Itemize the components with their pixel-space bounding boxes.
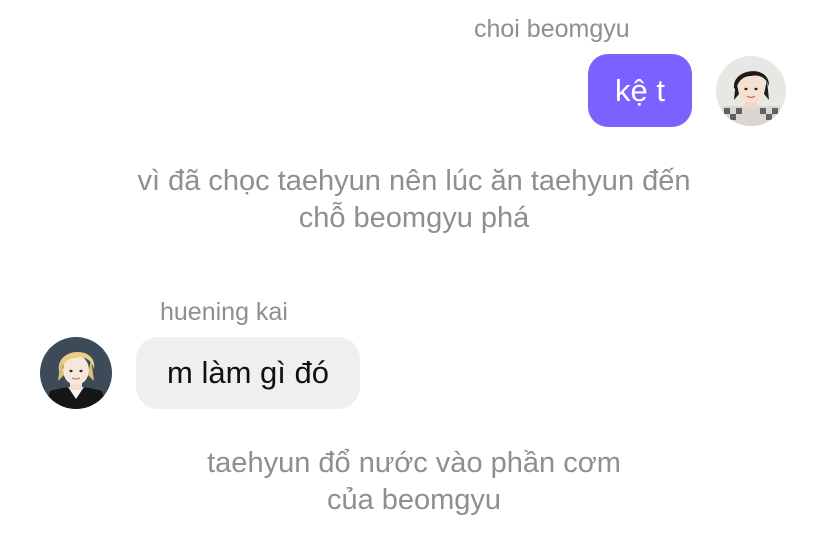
avatar-beomgyu[interactable] xyxy=(716,56,786,126)
sender-name-kai: huening kai xyxy=(160,298,288,326)
narration-1-line-1: vì đã chọc taehyun nên lúc ăn taehyun đế… xyxy=(137,165,691,197)
sender-name-beomgyu: choi beomgyu xyxy=(474,15,630,43)
beomgyu-avatar-icon xyxy=(716,56,786,126)
chat-story-screen: choi beomgyu kệ t vì đã chọc taehyun nên… xyxy=(0,0,828,542)
kai-avatar-icon xyxy=(40,337,112,409)
narration-block-2: taehyun đổ nước vào phần cơm của beomgyu xyxy=(40,445,788,519)
narration-2-line-2: của beomgyu xyxy=(326,484,502,516)
message-bubble-beomgyu[interactable]: kệ t xyxy=(588,54,692,127)
narration-block-1: vì đã chọc taehyun nên lúc ăn taehyun đế… xyxy=(40,163,788,237)
narration-2-line-1: taehyun đổ nước vào phần cơm xyxy=(207,447,621,479)
message-bubble-kai[interactable]: m làm gì đó xyxy=(136,337,360,409)
message-text-beomgyu: kệ t xyxy=(615,72,665,108)
message-text-kai: m làm gì đó xyxy=(167,355,329,390)
avatar-kai[interactable] xyxy=(40,337,112,409)
narration-1-line-2: chỗ beomgyu phá xyxy=(298,202,530,234)
